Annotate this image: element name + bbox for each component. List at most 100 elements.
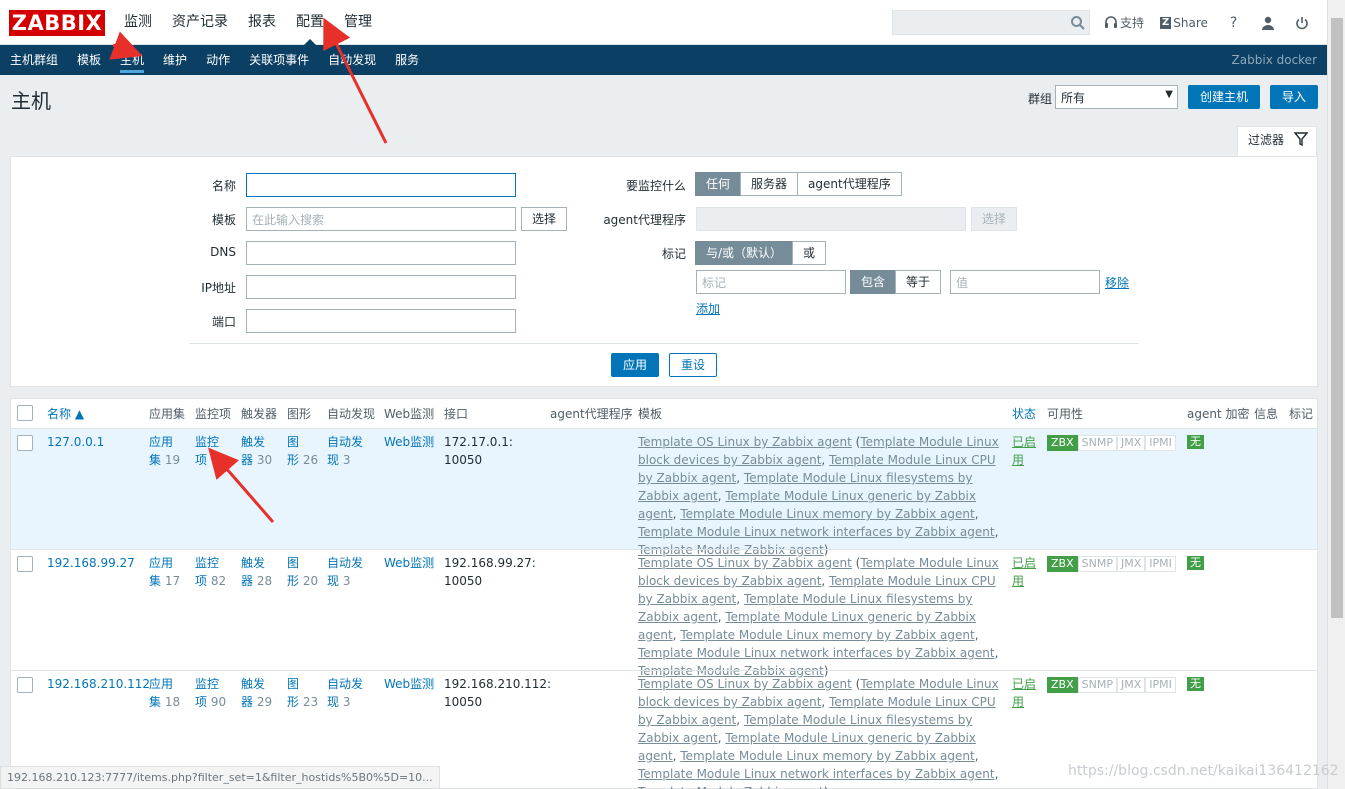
template-link[interactable]: Template Module Linux memory by Zabbix a…: [680, 628, 974, 642]
items-link-line1: 监控: [195, 556, 220, 570]
col-name[interactable]: 名称 ▲: [47, 405, 84, 422]
tag-name-input[interactable]: 标记: [696, 270, 846, 294]
name-input[interactable]: [246, 173, 516, 197]
monitored-by-proxy[interactable]: agent代理程序: [797, 172, 902, 196]
triggers-link[interactable]: 触发器 28: [241, 554, 272, 590]
disc-count: 3: [342, 574, 351, 588]
row-checkbox[interactable]: [17, 435, 33, 451]
menu-administration[interactable]: 管理: [344, 0, 372, 45]
triggers-link[interactable]: 触发器 30: [241, 433, 272, 469]
web-link[interactable]: Web监测: [384, 554, 434, 572]
template-link[interactable]: Template Module Linux network interfaces…: [638, 767, 995, 781]
status-toggle[interactable]: 已启用: [1012, 433, 1036, 469]
menu-reports[interactable]: 报表: [248, 0, 276, 45]
disc-link[interactable]: 自动发现 3: [327, 675, 363, 711]
template-link[interactable]: Template Module Linux memory by Zabbix a…: [680, 507, 974, 521]
web-link[interactable]: Web监测: [384, 433, 434, 451]
tag-remove-link[interactable]: 移除: [1105, 274, 1129, 291]
host-name-link[interactable]: 192.168.99.27: [47, 554, 135, 572]
page-scrollbar[interactable]: [1327, 0, 1345, 789]
reset-button[interactable]: 重设: [669, 353, 717, 377]
disc-link[interactable]: 自动发现 3: [327, 433, 363, 469]
submenu-services[interactable]: 服务: [395, 45, 419, 75]
tags-mode-or[interactable]: 或: [792, 241, 827, 265]
share-link[interactable]: Z Share: [1160, 16, 1208, 30]
col-status[interactable]: 状态: [1012, 405, 1036, 422]
col-items: 监控项: [195, 407, 232, 421]
template-link[interactable]: Template OS Linux by Zabbix agent: [638, 556, 852, 570]
template-link[interactable]: Template Module Linux memory by Zabbix a…: [680, 749, 974, 763]
search-icon[interactable]: [1070, 15, 1086, 31]
graphs-link[interactable]: 图形 23: [287, 675, 318, 711]
submenu-maintenance[interactable]: 维护: [163, 45, 187, 75]
host-name-link[interactable]: 127.0.0.1: [47, 433, 104, 451]
user-profile-icon[interactable]: [1261, 16, 1275, 30]
zabbix-logo[interactable]: ZABBIX: [9, 10, 105, 36]
group-select[interactable]: 所有 ▼: [1055, 85, 1178, 109]
submenu-actions[interactable]: 动作: [206, 45, 230, 75]
template-link[interactable]: Template OS Linux by Zabbix agent: [638, 677, 852, 691]
row-checkbox[interactable]: [17, 677, 33, 693]
select-all-checkbox[interactable]: [17, 405, 33, 421]
template-select-button[interactable]: 选择: [521, 207, 567, 231]
interface: 172.17.0.1: 10050: [444, 433, 513, 469]
apply-button[interactable]: 应用: [611, 353, 659, 377]
status-toggle[interactable]: 已启用: [1012, 554, 1036, 590]
disc-link[interactable]: 自动发现 3: [327, 554, 363, 590]
items-link-line2: 项: [195, 574, 208, 588]
graphs-link[interactable]: 图形 20: [287, 554, 318, 590]
tag-op-contains[interactable]: 包含: [850, 270, 897, 294]
monitored-by-any[interactable]: 任何: [695, 172, 742, 196]
submenu-host-groups[interactable]: 主机群组: [10, 45, 58, 75]
submenu-hosts[interactable]: 主机: [120, 45, 145, 75]
apps-link[interactable]: 应用集 18: [149, 675, 180, 711]
apps-link[interactable]: 应用集 17: [149, 554, 180, 590]
submenu-discovery[interactable]: 自动发现: [328, 45, 376, 75]
graphs-link[interactable]: 图形 26: [287, 433, 318, 469]
submenu-templates[interactable]: 模板: [77, 45, 101, 75]
template-link[interactable]: Template Module Zabbix agent: [638, 785, 824, 789]
dns-input[interactable]: [246, 241, 516, 265]
tag-op-equals[interactable]: 等于: [895, 270, 942, 294]
tag-value-input[interactable]: 值: [950, 270, 1100, 294]
template-link[interactable]: Template OS Linux by Zabbix agent: [638, 435, 852, 449]
port-input[interactable]: [246, 309, 516, 333]
avail-zbx-badge: ZBX: [1047, 556, 1078, 572]
template-link[interactable]: Template Module Linux network interfaces…: [638, 646, 995, 660]
filter-tab[interactable]: 过滤器: [1237, 126, 1317, 157]
monitored-by-server[interactable]: 服务器: [740, 172, 799, 196]
status-toggle[interactable]: 已启用: [1012, 675, 1036, 711]
search-input[interactable]: [892, 10, 1090, 35]
support-link[interactable]: 支持: [1104, 14, 1144, 31]
menu-configuration[interactable]: 配置: [296, 0, 324, 45]
scrollbar-thumb[interactable]: [1331, 18, 1343, 618]
menu-monitoring[interactable]: 监测: [124, 0, 152, 45]
tags-mode-and-or[interactable]: 与/或（默认）: [695, 241, 794, 265]
template-label: 模板: [211, 213, 236, 227]
help-icon[interactable]: ?: [1230, 15, 1237, 31]
import-button[interactable]: 导入: [1270, 85, 1318, 109]
template-separator: ,: [974, 749, 979, 763]
tag-add-link[interactable]: 添加: [696, 300, 720, 317]
row-checkbox[interactable]: [17, 556, 33, 572]
items-link[interactable]: 监控项 90: [195, 675, 226, 711]
items-link[interactable]: 监控项: [195, 433, 219, 469]
apps-link[interactable]: 应用集 19: [149, 433, 180, 469]
host-name-link[interactable]: 192.168.210.112: [47, 675, 150, 693]
avail-jmx-badge: JMX: [1116, 677, 1146, 693]
ip-input[interactable]: [246, 275, 516, 299]
col-discovery: 自动发现: [327, 407, 376, 421]
disc-link-line2: 现: [327, 695, 340, 709]
sub-menu: 主机群组 模板 主机 维护 动作 关联项事件 自动发现 服务 Zabbix do…: [0, 45, 1327, 75]
menu-inventory[interactable]: 资产记录: [172, 0, 228, 45]
items-link[interactable]: 监控项 82: [195, 554, 226, 590]
main-menu: 监测 资产记录 报表 配置 管理: [124, 0, 392, 45]
template-link[interactable]: Template Module Linux network interfaces…: [638, 525, 995, 539]
server-name: Zabbix docker: [1231, 53, 1317, 67]
submenu-event-correlation[interactable]: 关联项事件: [249, 45, 309, 75]
create-host-button[interactable]: 创建主机: [1188, 85, 1260, 109]
web-link[interactable]: Web监测: [384, 675, 434, 693]
power-icon[interactable]: [1295, 16, 1309, 30]
template-input[interactable]: 在此输入搜索: [246, 207, 516, 231]
triggers-link[interactable]: 触发器 29: [241, 675, 272, 711]
